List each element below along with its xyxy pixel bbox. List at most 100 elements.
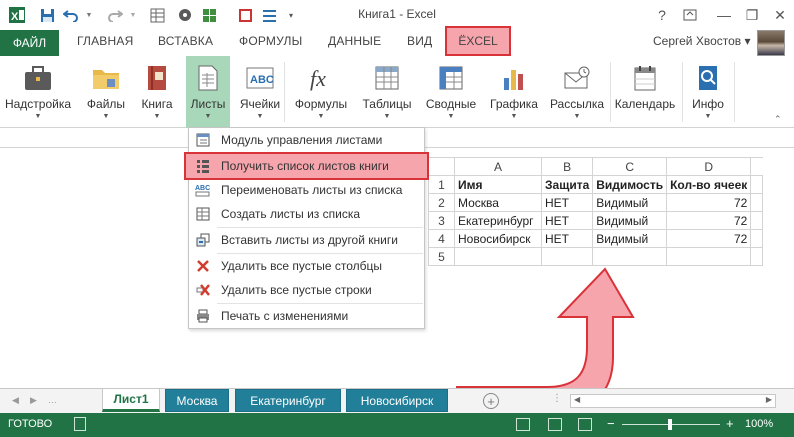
menu-item-sheet-manager[interactable]: Модуль управления листами	[189, 128, 424, 152]
table-cell[interactable]: Новосибирск	[454, 229, 542, 248]
table-cell[interactable]: НЕТ	[540, 229, 594, 248]
tab-file[interactable]: ФАЙЛ	[0, 30, 59, 56]
table-cell[interactable]	[592, 247, 668, 266]
table-cell[interactable]: Видимый	[592, 211, 668, 230]
ribbon-button-mailing[interactable]: Рассылка ▼	[546, 56, 608, 128]
row-header[interactable]: 4	[428, 229, 455, 248]
row-header[interactable]: 1	[428, 175, 455, 194]
help-button[interactable]: ?	[650, 4, 674, 26]
table-cell[interactable]: Защита	[540, 175, 594, 194]
table-cell[interactable]: Видимый	[592, 229, 668, 248]
menu-item-rename-sheets[interactable]: ABC Переименовать листы из списка	[189, 178, 424, 202]
select-all-corner[interactable]	[428, 157, 455, 176]
save-icon[interactable]	[38, 6, 56, 24]
menu-item-print-with-changes[interactable]: Печать с изменениями	[189, 304, 424, 328]
row-header[interactable]: 2	[428, 193, 455, 212]
table-cell[interactable]: 72	[666, 211, 752, 230]
ribbon-button-book[interactable]: Книга ▼	[134, 56, 180, 128]
redo-icon[interactable]	[106, 6, 124, 24]
sheet-tab-list1[interactable]: Лист1	[102, 389, 160, 412]
tab-insert[interactable]: ВСТАВКА	[158, 34, 213, 48]
menu-item-get-sheet-list[interactable]: Получить список листов книги	[184, 152, 429, 180]
sheet-more-icon[interactable]: …	[48, 395, 57, 405]
table-cell[interactable]	[750, 229, 764, 248]
table-cell[interactable]: Имя	[454, 175, 542, 194]
ribbon-button-files[interactable]: Файлы ▼	[80, 56, 132, 128]
tab-home[interactable]: ГЛАВНАЯ	[77, 34, 133, 48]
table-qat-icon[interactable]	[148, 6, 166, 24]
ribbon-display-icon[interactable]	[678, 4, 702, 26]
table-cell[interactable]: Кол-во ячеек	[666, 175, 752, 194]
sheet-scroll-right-icon[interactable]: ▶	[30, 395, 37, 406]
table-cell[interactable]	[666, 247, 752, 266]
ribbon-button-calendar[interactable]: Календарь	[612, 56, 678, 128]
zoom-level[interactable]: 100%	[745, 418, 773, 430]
ribbon-button-cells[interactable]: ABC Ячейки ▼	[234, 56, 286, 128]
redo-dropdown-icon[interactable]: ▼	[124, 6, 142, 24]
minimize-button[interactable]: —	[712, 4, 736, 26]
table-cell[interactable]: 72	[666, 193, 752, 212]
undo-icon[interactable]	[62, 6, 80, 24]
tab-formulas[interactable]: ФОРМУЛЫ	[239, 34, 302, 48]
ribbon-button-sheets[interactable]: Листы ▼	[186, 56, 230, 128]
column-header[interactable]: A	[454, 157, 542, 176]
scroll-right-arrow-icon[interactable]: ▶	[766, 395, 772, 404]
table-cell[interactable]: Екатеринбург	[454, 211, 542, 230]
puzzle-icon[interactable]	[176, 6, 194, 24]
close-button[interactable]: ✕	[768, 4, 792, 26]
menu-item-insert-sheets[interactable]: Вставить листы из другой книги	[189, 228, 424, 252]
row-header[interactable]: 5	[428, 247, 455, 266]
user-name[interactable]: Сергей Хвостов ▾	[653, 34, 751, 48]
grid-qat-icon[interactable]	[200, 6, 218, 24]
ribbon-button-pivot[interactable]: Сводные ▼	[422, 56, 480, 128]
menu-item-delete-empty-rows[interactable]: Удалить все пустые строки	[189, 278, 424, 302]
ribbon-button-tables[interactable]: Таблицы ▼	[358, 56, 416, 128]
table-cell[interactable]: 72	[666, 229, 752, 248]
ribbon-button-formulas[interactable]: fx Формулы ▼	[290, 56, 352, 128]
table-cell[interactable]	[750, 193, 764, 212]
table-cell[interactable]	[540, 247, 594, 266]
tab-excel[interactable]: ЁXCEL	[445, 26, 511, 56]
ribbon-button-graphics[interactable]: Графика ▼	[486, 56, 542, 128]
table-cell[interactable]: Видимость	[592, 175, 668, 194]
split-handle-icon[interactable]: ⋮	[552, 393, 562, 404]
macro-record-icon[interactable]	[74, 417, 86, 431]
table-cell[interactable]	[454, 247, 542, 266]
column-header[interactable]: D	[666, 157, 752, 176]
sheet-tab-ekaterinburg[interactable]: Екатеринбург	[235, 389, 341, 412]
avatar[interactable]	[757, 30, 785, 56]
table-cell[interactable]	[750, 247, 764, 266]
list-qat-icon[interactable]	[260, 6, 278, 24]
horizontal-scrollbar[interactable]: ◀ ▶	[570, 394, 776, 408]
table-cell[interactable]	[750, 175, 764, 194]
table-cell[interactable]	[750, 211, 764, 230]
sheet-tab-novosibirsk[interactable]: Новосибирск	[346, 389, 448, 412]
column-header[interactable]: C	[592, 157, 668, 176]
zoom-in-icon[interactable]: +	[726, 416, 734, 431]
collapse-ribbon-icon[interactable]: ⌃	[774, 114, 782, 125]
scroll-left-arrow-icon[interactable]: ◀	[574, 395, 580, 404]
normal-view-icon[interactable]	[516, 418, 530, 431]
sheet-scroll-left-icon[interactable]: ◀	[12, 395, 19, 406]
menu-item-create-sheets[interactable]: Создать листы из списка	[189, 202, 424, 226]
zoom-slider-handle[interactable]	[668, 419, 672, 430]
undo-dropdown-icon[interactable]: ▼	[80, 6, 98, 24]
menu-item-delete-empty-columns[interactable]: Удалить все пустые столбцы	[189, 254, 424, 278]
tab-view[interactable]: ВИД	[407, 34, 432, 48]
page-layout-view-icon[interactable]	[548, 418, 562, 431]
page-break-view-icon[interactable]	[578, 418, 592, 431]
zoom-out-icon[interactable]: −	[607, 416, 615, 431]
tab-data[interactable]: ДАННЫЕ	[328, 34, 381, 48]
column-header[interactable]: B	[540, 157, 594, 176]
table-cell[interactable]: Москва	[454, 193, 542, 212]
row-header[interactable]: 3	[428, 211, 455, 230]
ribbon-button-addin[interactable]: Надстройка ▼	[4, 56, 72, 128]
table-cell[interactable]: НЕТ	[540, 211, 594, 230]
form-qat-icon[interactable]	[236, 6, 254, 24]
customize-qat-icon[interactable]: ▾	[282, 6, 300, 24]
ribbon-button-info[interactable]: Инфо ▼	[686, 56, 730, 128]
add-sheet-button[interactable]: +	[483, 393, 499, 409]
sheet-tab-moscow[interactable]: Москва	[165, 389, 229, 412]
table-cell[interactable]: НЕТ	[540, 193, 594, 212]
table-cell[interactable]: Видимый	[592, 193, 668, 212]
